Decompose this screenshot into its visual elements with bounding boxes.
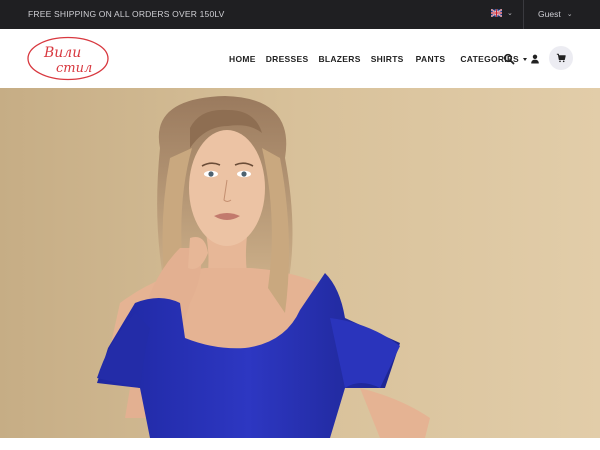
- main-header: Вили стил HOME DRESSES BLAZERS SHIRTS PA…: [0, 29, 600, 88]
- chevron-down-icon: ⌄: [507, 9, 513, 17]
- svg-text:стил: стил: [56, 61, 92, 76]
- nav-dresses[interactable]: DRESSES: [266, 54, 309, 64]
- search-icon[interactable]: [503, 53, 515, 65]
- main-nav: HOME DRESSES BLAZERS SHIRTS PANTS CATEGO…: [229, 54, 527, 64]
- chevron-down-icon: ⌄: [566, 10, 573, 18]
- topbar-divider: [523, 0, 524, 29]
- account-menu[interactable]: Guest ⌄: [538, 9, 573, 19]
- caret-down-icon: [522, 57, 527, 61]
- nav-blazers[interactable]: BLAZERS: [318, 54, 360, 64]
- free-shipping-notice: FREE SHIPPING ON ALL ORDERS OVER 150LV: [28, 9, 225, 19]
- cart-button[interactable]: [549, 46, 573, 70]
- nav-pants[interactable]: PANTS: [416, 54, 446, 64]
- top-bar: FREE SHIPPING ON ALL ORDERS OVER 150LV ⌄…: [0, 0, 600, 29]
- cart-icon: [556, 53, 566, 63]
- svg-text:Вили: Вили: [43, 45, 81, 61]
- uk-flag-icon: [491, 9, 502, 17]
- hero-bottom-spacer: [0, 438, 600, 450]
- user-icon[interactable]: [529, 53, 541, 65]
- nav-home[interactable]: HOME: [229, 54, 256, 64]
- hero-model-image: [0, 88, 600, 438]
- hero-banner: [0, 88, 600, 438]
- account-label: Guest: [538, 9, 561, 19]
- nav-categories-dropdown[interactable]: CATEGORIES: [460, 54, 527, 64]
- language-selector[interactable]: ⌄: [491, 9, 513, 17]
- brand-logo[interactable]: Вили стил: [26, 35, 110, 82]
- nav-shirts[interactable]: SHIRTS: [371, 54, 404, 64]
